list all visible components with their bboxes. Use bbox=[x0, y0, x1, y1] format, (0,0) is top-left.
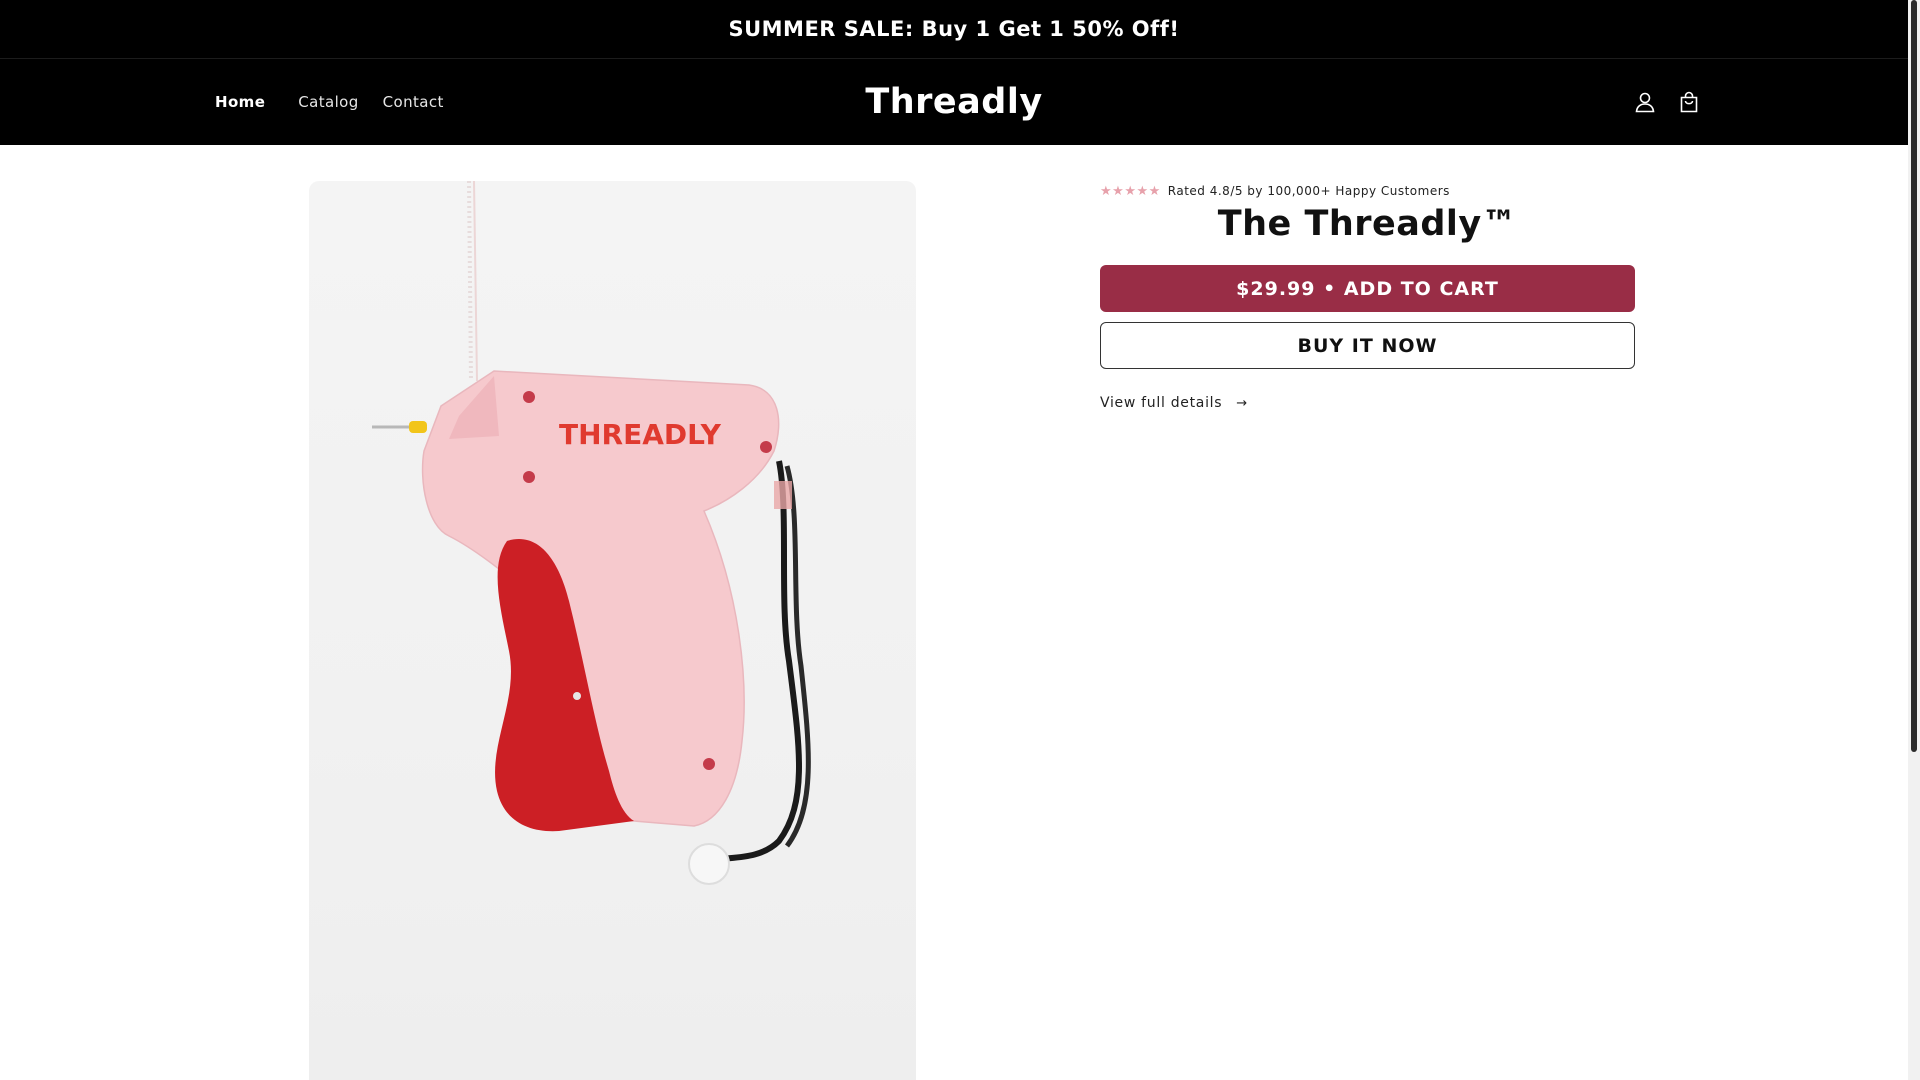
view-full-details-link[interactable]: View full details → bbox=[1100, 395, 1248, 411]
nav-catalog[interactable]: Catalog bbox=[298, 93, 358, 111]
rating-text: Rated 4.8/5 by 100,000+ Happy Customers bbox=[1167, 184, 1450, 198]
scrollbar-thumb[interactable] bbox=[1911, 0, 1917, 752]
announcement-bar: SUMMER SALE: Buy 1 Get 1 50% Off! bbox=[0, 0, 1908, 59]
buy-it-now-button[interactable]: BUY IT NOW bbox=[1100, 322, 1635, 369]
star-icon: ★ bbox=[1136, 183, 1149, 199]
nav-home[interactable]: Home bbox=[215, 93, 265, 111]
account-icon[interactable] bbox=[1630, 87, 1660, 117]
details-link-label: View full details bbox=[1100, 395, 1223, 411]
add-to-cart-label: $29.99 • ADD TO CART bbox=[1236, 277, 1499, 300]
announcement-text: SUMMER SALE: Buy 1 Get 1 50% Off! bbox=[728, 17, 1180, 41]
header-icons bbox=[1616, 59, 1704, 145]
site-logo[interactable]: Threadly bbox=[865, 82, 1042, 122]
star-icon: ★ bbox=[1100, 183, 1113, 199]
add-to-cart-button[interactable]: $29.99 • ADD TO CART bbox=[1100, 265, 1635, 312]
star-icon: ★ bbox=[1148, 183, 1161, 199]
nav-contact[interactable]: Contact bbox=[383, 93, 444, 111]
product-image[interactable]: THREADLY bbox=[309, 181, 916, 1080]
product-info: ★ ★ ★ ★ ★ Rated 4.8/5 by 100,000+ Happy … bbox=[1100, 181, 1635, 411]
arrow-right-icon: → bbox=[1236, 395, 1248, 411]
rating-stars: ★ ★ ★ ★ ★ bbox=[1100, 185, 1161, 198]
site-header: Home Catalog Contact Threadly bbox=[0, 59, 1908, 145]
star-icon: ★ bbox=[1124, 183, 1137, 199]
product-rating: ★ ★ ★ ★ ★ Rated 4.8/5 by 100,000+ Happy … bbox=[1100, 181, 1635, 201]
page-scrollbar[interactable] bbox=[1908, 0, 1920, 1080]
tagging-gun-illustration: THREADLY bbox=[372, 181, 811, 885]
star-icon: ★ bbox=[1112, 183, 1125, 199]
product-brand-text: THREADLY bbox=[559, 418, 722, 451]
product-page: SUMMER SALE: Buy 1 Get 1 50% Off! Home C… bbox=[0, 0, 1920, 1080]
main-nav: Home Catalog Contact bbox=[215, 59, 468, 145]
cart-icon[interactable] bbox=[1674, 87, 1704, 117]
product-title: The Threadly™ bbox=[1217, 204, 1518, 244]
buy-it-now-label: BUY IT NOW bbox=[1297, 334, 1438, 357]
